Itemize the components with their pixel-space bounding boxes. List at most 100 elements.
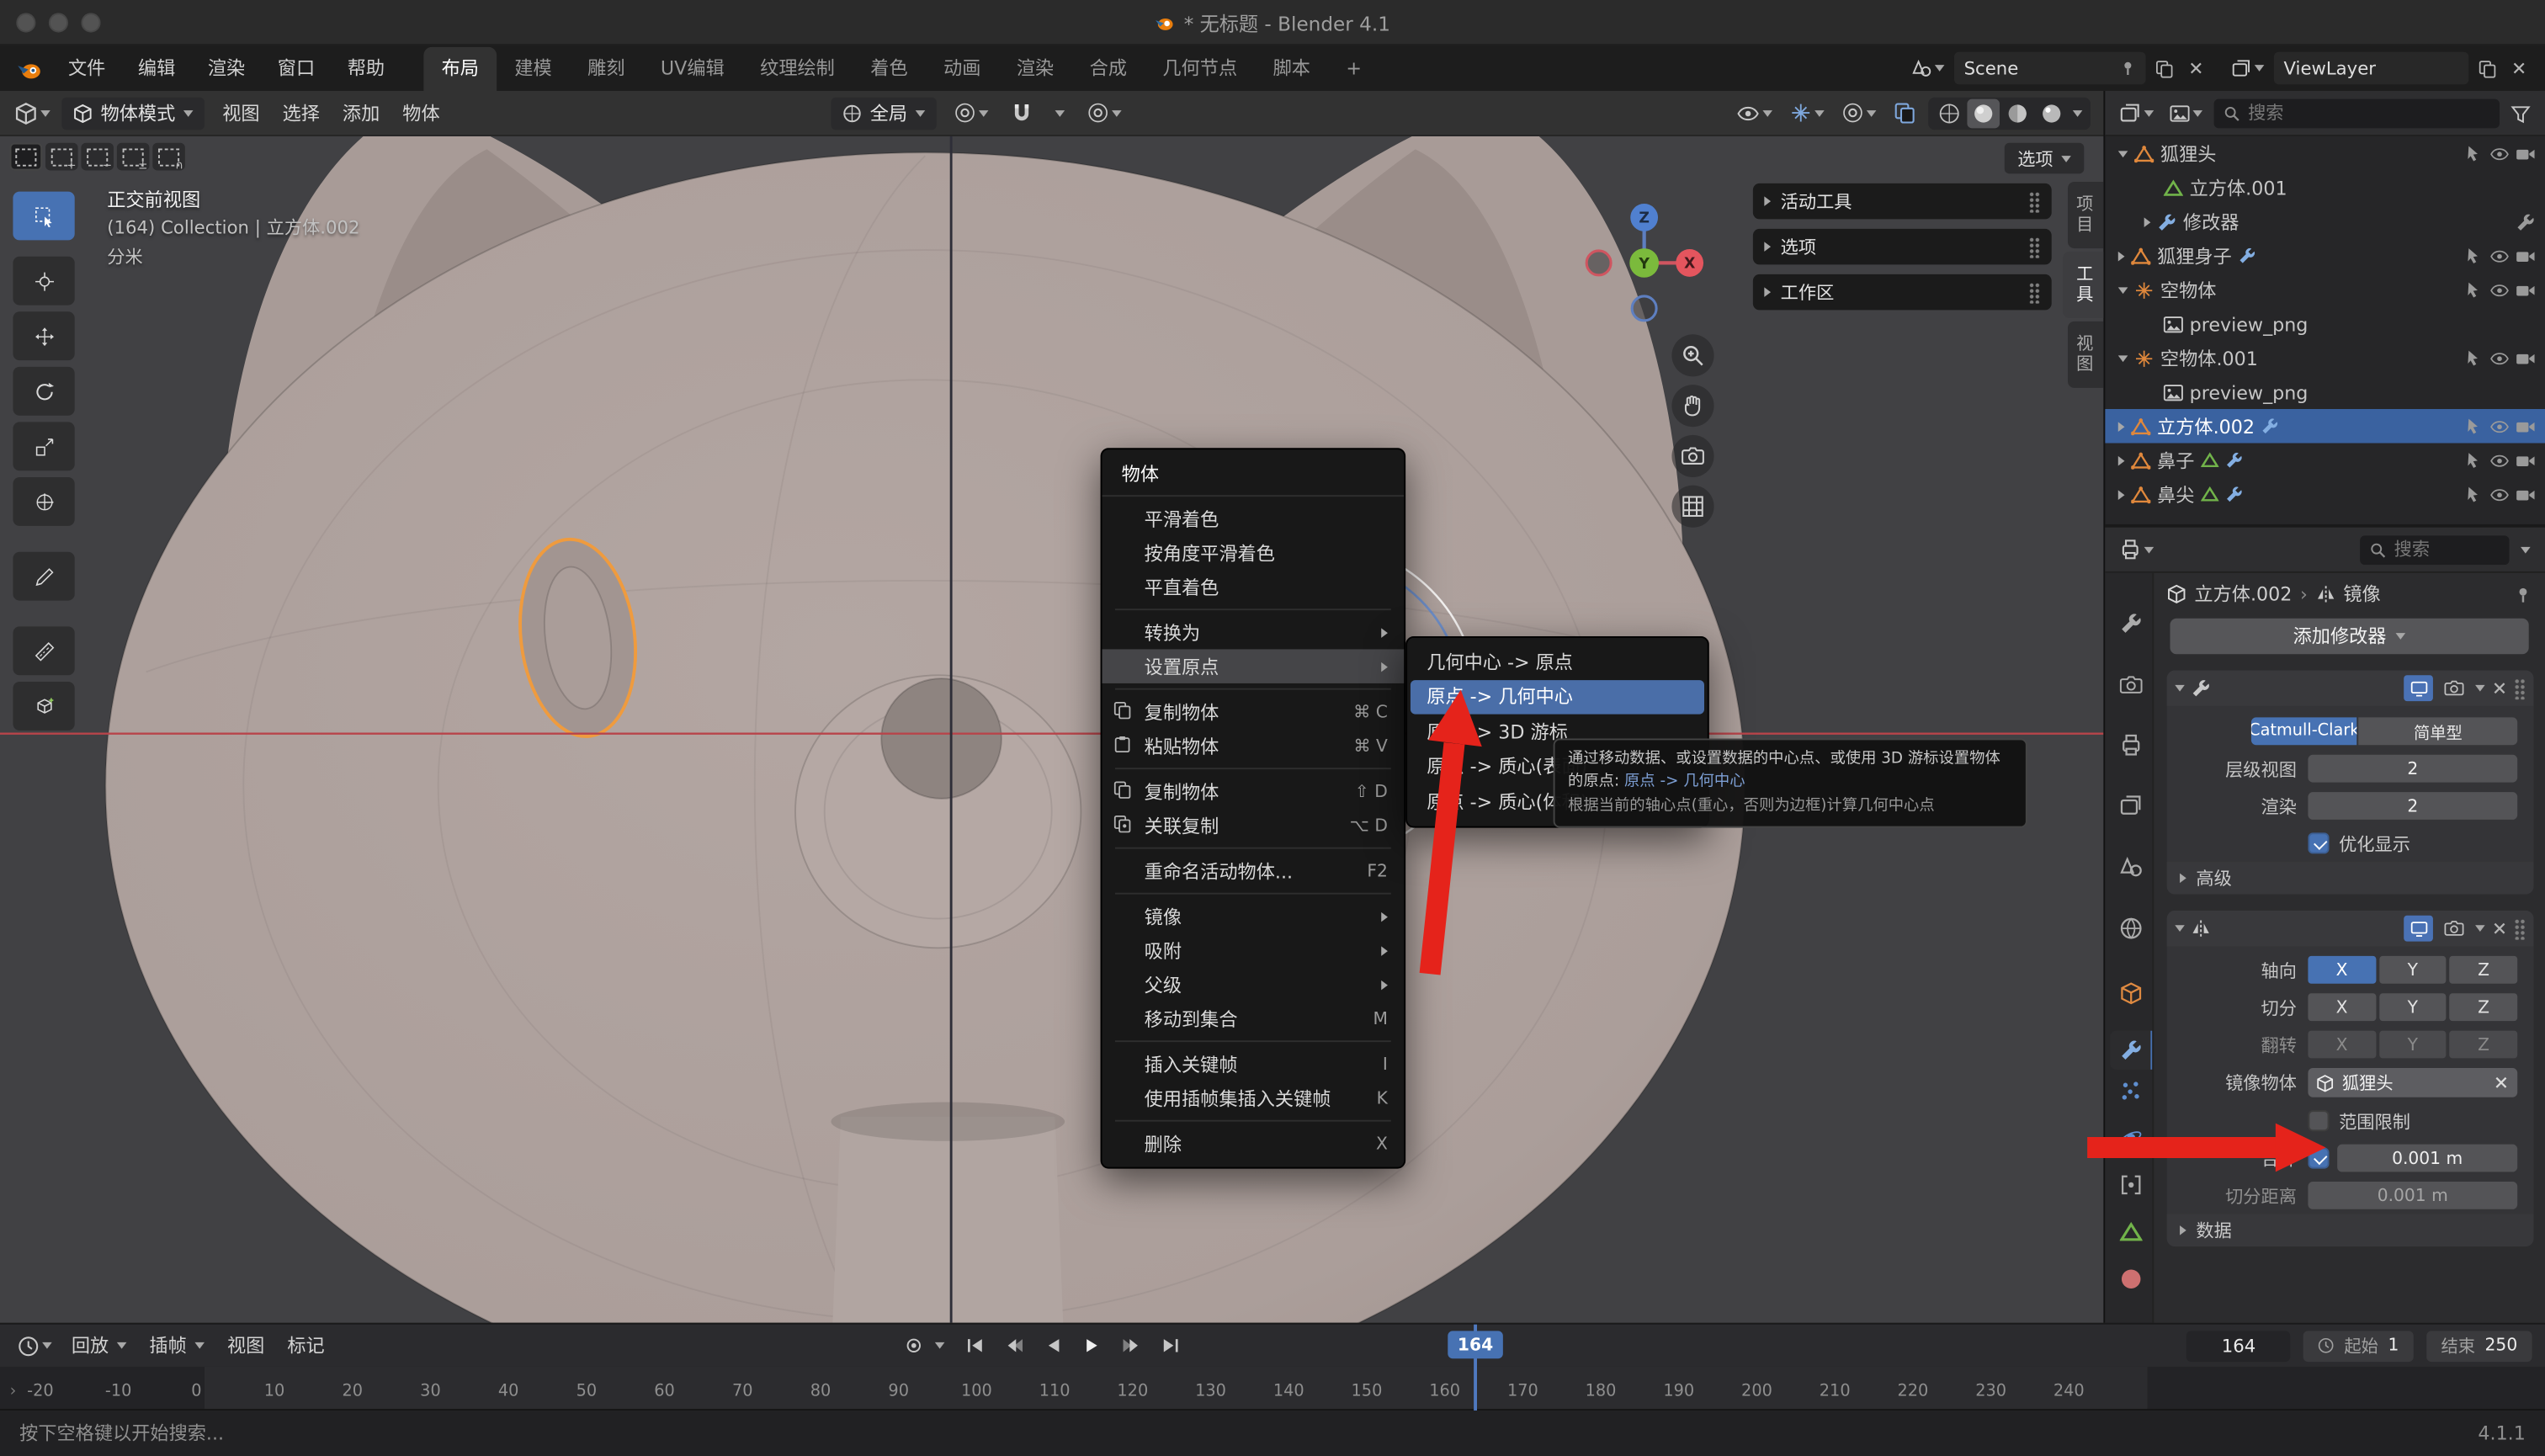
topbar-menu-1[interactable]: 编辑 <box>122 47 192 89</box>
pointer-toggle-icon[interactable] <box>2464 450 2484 470</box>
blender-logo-icon[interactable] <box>16 56 42 82</box>
mode-dropdown[interactable]: 物体模式 <box>61 97 205 130</box>
viewport-3d[interactable]: +−±∩ 选项 正交前视图 (164) Collection | 立方体.002… <box>0 136 2103 1323</box>
origin-submenu-item-1[interactable]: 原点 -> 几何中心 <box>1411 679 1704 714</box>
bisect-xyz-Z[interactable]: Z <box>2450 993 2517 1021</box>
timeline-menu-3[interactable]: 标记 <box>276 1332 336 1358</box>
maximize-window-button[interactable] <box>81 12 100 31</box>
cursor-tool[interactable] <box>13 257 74 306</box>
jump-to-start-button[interactable] <box>958 1328 993 1363</box>
pointer-toggle-icon[interactable] <box>2464 417 2484 436</box>
properties-editor-type-button[interactable] <box>2115 535 2159 563</box>
viewport-menu-3[interactable]: 物体 <box>391 100 451 126</box>
outliner-row-修改器[interactable]: 修改器 <box>2105 205 2545 238</box>
workspace-tab-4[interactable]: 纹理绘制 <box>742 47 853 91</box>
camera-toggle-icon[interactable] <box>2516 450 2535 470</box>
modifiers-tab[interactable] <box>2110 1031 2152 1070</box>
camera-toggle-icon[interactable] <box>2516 348 2535 368</box>
viewport-menu-1[interactable]: 选择 <box>271 100 331 126</box>
gizmos-dropdown[interactable] <box>1785 99 1829 127</box>
pin-icon[interactable] <box>2514 585 2532 603</box>
scene-selector[interactable]: Scene <box>1954 52 2146 85</box>
collapse-icon[interactable] <box>2175 685 2185 692</box>
topbar-menu-2[interactable]: 渲染 <box>192 47 262 89</box>
end-frame-field[interactable]: 结束250 <box>2426 1330 2532 1361</box>
navigation-gizmo[interactable]: Z X Y <box>1582 201 1706 325</box>
sidebar-panel-1[interactable]: 选项 <box>1753 229 2052 264</box>
output-tab[interactable] <box>2110 725 2152 764</box>
modifier-extras-dropdown[interactable] <box>2475 685 2485 692</box>
pointer-toggle-icon[interactable] <box>2464 280 2484 300</box>
properties-filter-button[interactable] <box>2516 543 2535 555</box>
merge-checkbox[interactable] <box>2308 1147 2329 1168</box>
viewport-options-button[interactable]: 选项 <box>2005 143 2085 174</box>
viewport-menu-0[interactable]: 视图 <box>211 100 271 126</box>
add-modifier-button[interactable]: 添加修改器 <box>2170 619 2528 654</box>
wrench-toggle-icon[interactable] <box>2516 212 2535 231</box>
shading-material-button[interactable] <box>2001 98 2034 128</box>
drag-handle[interactable] <box>2029 282 2041 303</box>
levels-viewport-field[interactable]: 2 <box>2308 755 2517 783</box>
context-menu-item-20[interactable]: 插入关键帧I <box>1102 1047 1404 1081</box>
workspace-tab-1[interactable]: 建模 <box>497 47 570 91</box>
scene-browse-button[interactable] <box>1907 52 1949 85</box>
camera-toggle-icon[interactable] <box>2516 144 2535 163</box>
context-menu-item-21[interactable]: 使用插帧集插入关键帧K <box>1102 1081 1404 1115</box>
camera-toggle-icon[interactable] <box>2516 280 2535 300</box>
advanced-subpanel[interactable]: 高级 <box>2167 862 2534 895</box>
expand-icon[interactable] <box>2118 286 2128 293</box>
clear-icon[interactable] <box>2493 1075 2509 1091</box>
ortho-toggle-button[interactable] <box>1671 486 1713 528</box>
add-cube-tool[interactable] <box>13 682 74 731</box>
material-tab[interactable] <box>2110 1260 2152 1299</box>
minimize-window-button[interactable] <box>49 12 68 31</box>
context-menu-item-10[interactable]: 复制物体⇧ D <box>1102 774 1404 808</box>
expand-icon[interactable] <box>2144 216 2151 226</box>
eye-toggle-icon[interactable] <box>2489 417 2509 436</box>
tool-tab[interactable] <box>2110 603 2152 642</box>
axis-xyz-X[interactable]: X <box>2308 956 2375 984</box>
workspace-tab-0[interactable]: 布局 <box>423 47 497 91</box>
flip-xyz-Y[interactable]: Y <box>2379 1031 2447 1059</box>
outliner-search[interactable] <box>2214 98 2500 128</box>
workspace-tab-7[interactable]: 渲染 <box>999 47 1072 91</box>
workspace-tab-8[interactable]: 合成 <box>1071 47 1145 91</box>
merge-threshold-field[interactable]: 0.001 m <box>2337 1145 2517 1172</box>
snap-toggle[interactable] <box>1007 99 1038 127</box>
shading-wireframe-button[interactable] <box>1933 98 1966 128</box>
drag-handle[interactable] <box>2029 236 2041 258</box>
expand-icon[interactable] <box>2118 150 2128 157</box>
outliner-row-狐狸身子[interactable]: 狐狸身子 <box>2105 238 2545 272</box>
outliner-row-preview_png[interactable]: preview_png <box>2105 375 2545 408</box>
render-display-toggle[interactable] <box>2440 916 2469 942</box>
flip-xyz-X[interactable]: X <box>2308 1031 2375 1059</box>
outliner-row-空物体.001[interactable]: 空物体.001 <box>2105 341 2545 375</box>
workspace-tab-2[interactable]: 雕刻 <box>570 47 643 91</box>
jump-to-end-button[interactable] <box>1152 1328 1187 1363</box>
viewlayer-tab[interactable] <box>2110 785 2152 824</box>
context-menu-item-0[interactable]: 平滑着色 <box>1102 502 1404 535</box>
play-reverse-button[interactable] <box>1035 1328 1071 1363</box>
constraints-tab[interactable] <box>2110 1166 2152 1204</box>
next-keyframe-button[interactable] <box>1113 1328 1149 1363</box>
orientation-dropdown[interactable]: 全局 <box>831 97 936 130</box>
context-menu-item-13[interactable]: 重命名活动物体...F2 <box>1102 853 1404 888</box>
modifier-extras-dropdown[interactable] <box>2475 925 2485 932</box>
bisect-xyz-Y[interactable]: Y <box>2379 993 2447 1021</box>
current-frame-field[interactable]: 164 <box>2186 1330 2290 1361</box>
visibility-dropdown[interactable] <box>1732 98 1777 128</box>
eye-toggle-icon[interactable] <box>2489 485 2509 504</box>
workspace-tab-10[interactable]: 脚本 <box>1255 47 1328 91</box>
properties-search[interactable] <box>2360 534 2509 564</box>
pin-icon[interactable] <box>2120 60 2136 76</box>
render-tab[interactable] <box>2110 666 2152 704</box>
drag-handle[interactable] <box>2514 918 2526 939</box>
eye-toggle-icon[interactable] <box>2489 144 2509 163</box>
timeline-menu-0[interactable]: 回放 <box>60 1332 138 1358</box>
camera-toggle-icon[interactable] <box>2516 417 2535 436</box>
render-display-toggle[interactable] <box>2440 675 2469 701</box>
annotate-tool[interactable] <box>13 552 74 601</box>
outliner-display-mode-button[interactable] <box>2165 100 2208 126</box>
scene-copy-button[interactable] <box>2150 52 2178 85</box>
subdivision-panel-header[interactable] <box>2167 670 2534 705</box>
